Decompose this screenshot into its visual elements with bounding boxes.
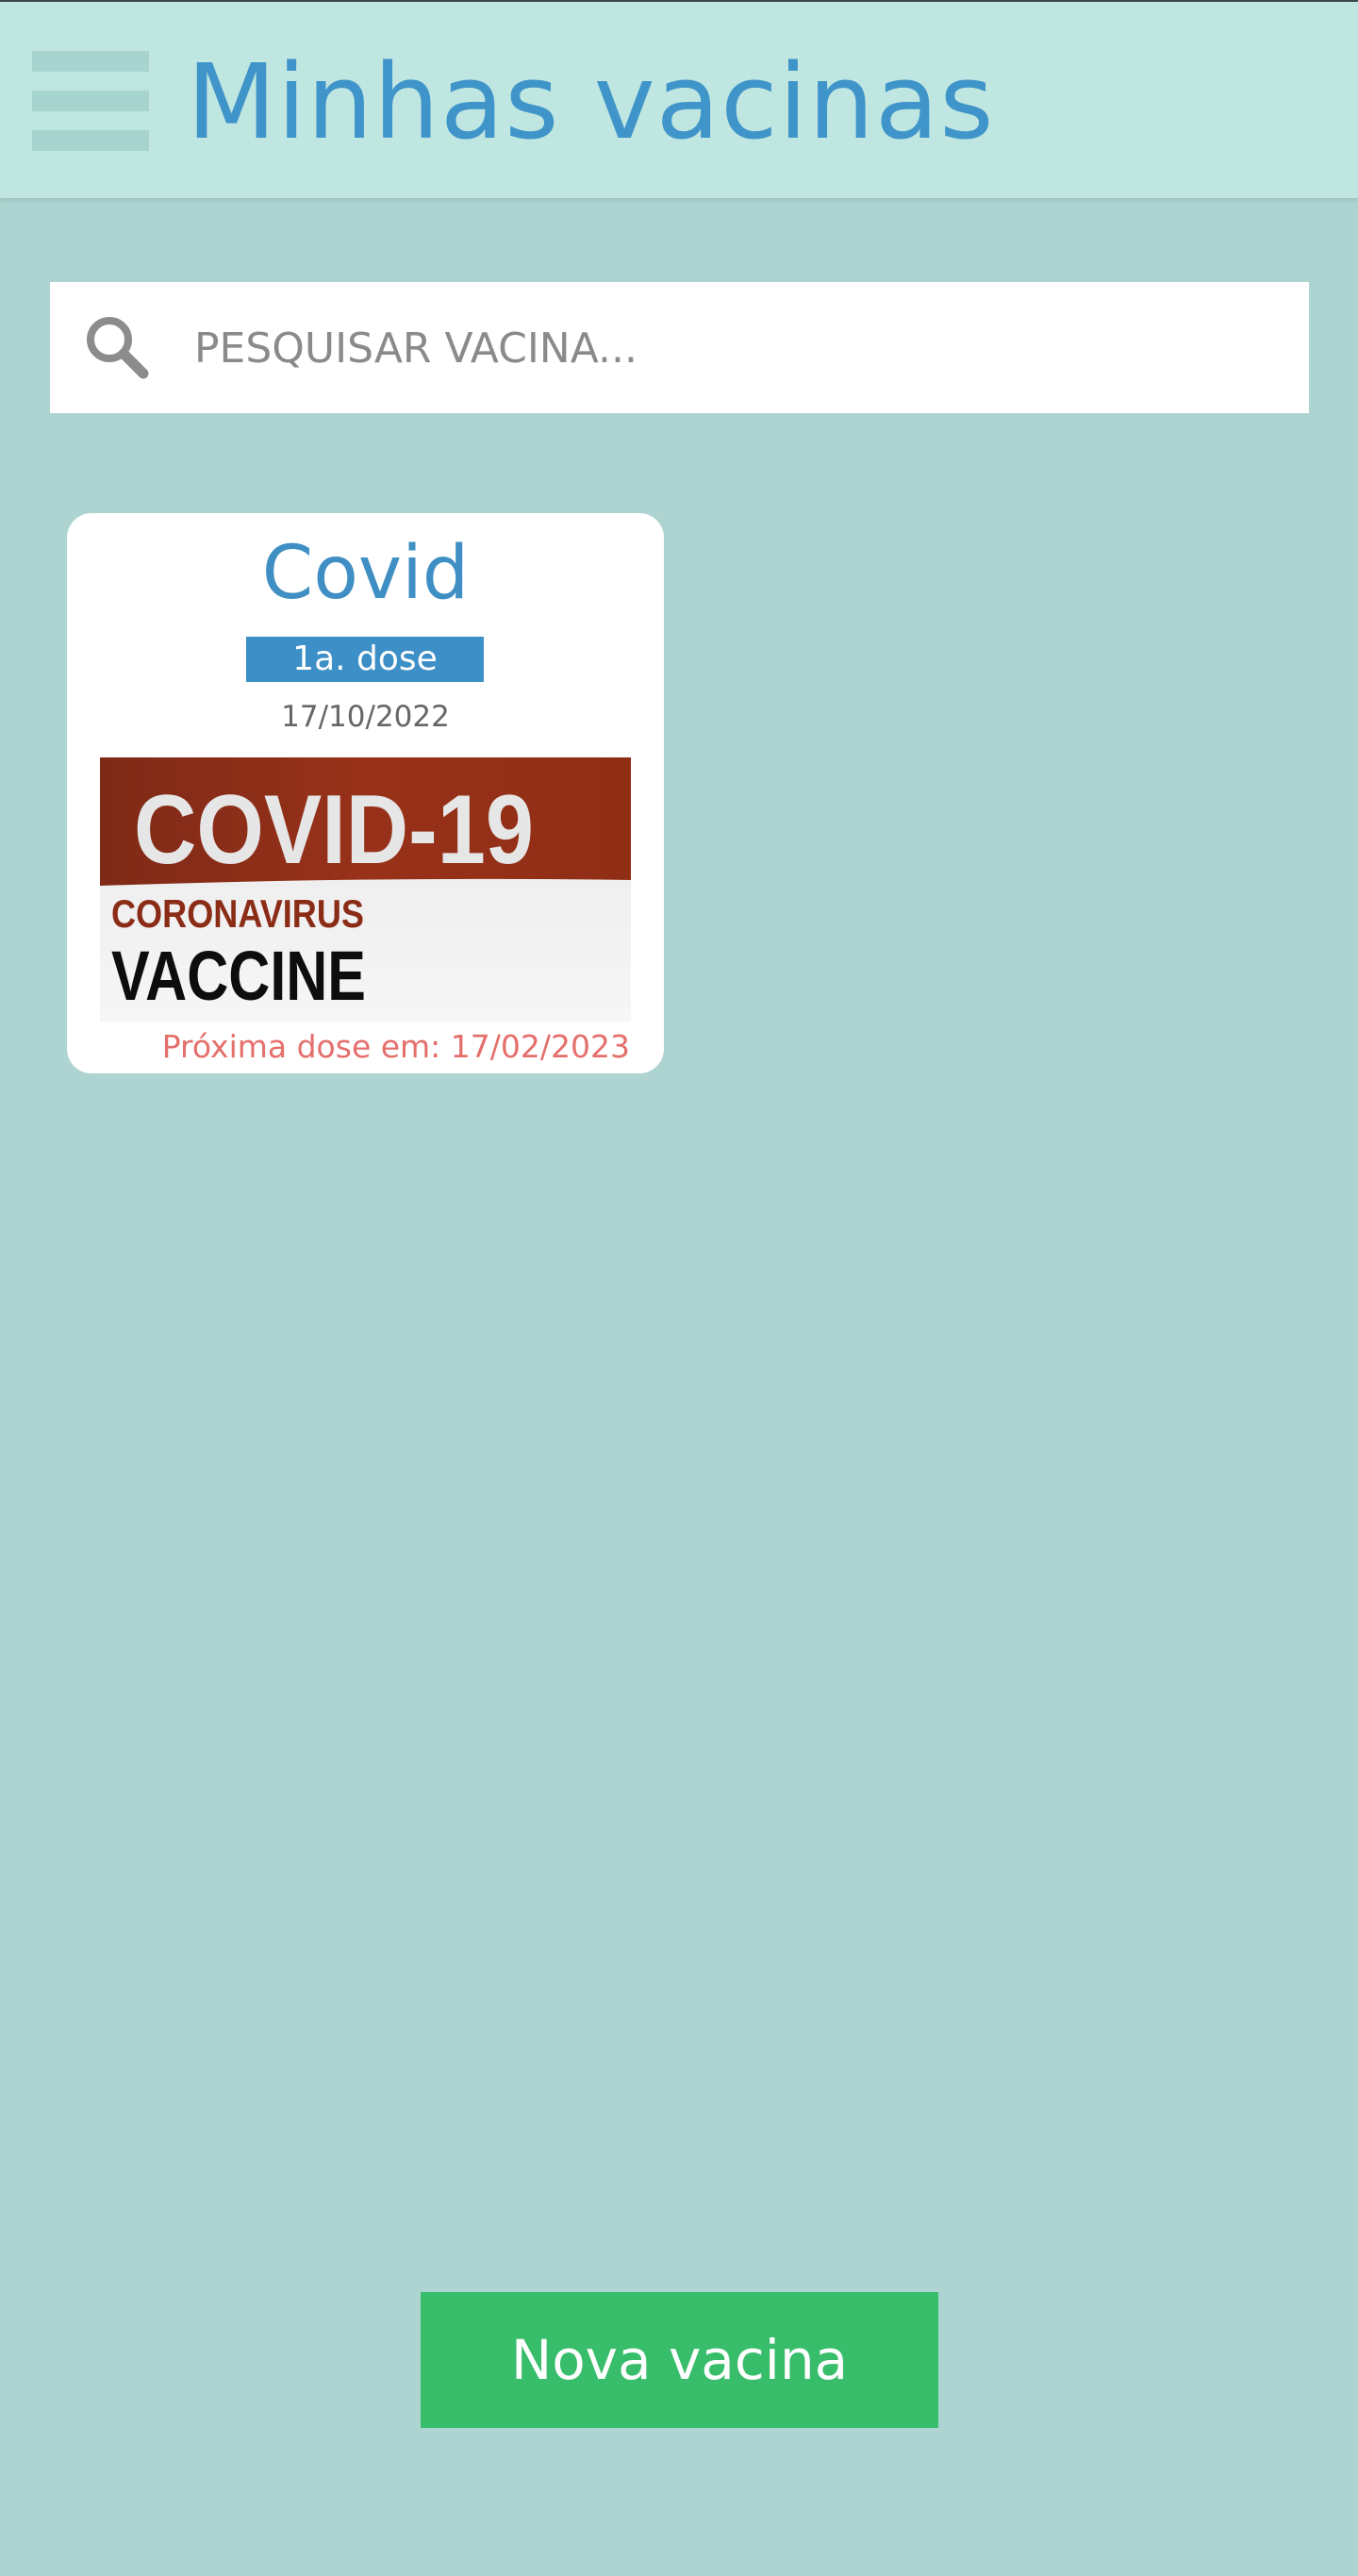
vaccine-image-banner: COVID-19 [134, 775, 534, 885]
menu-bar [32, 130, 149, 151]
dose-date: 17/10/2022 [281, 700, 450, 734]
search-input[interactable] [194, 302, 1288, 394]
vaccine-image-subtitle: CORONAVIRUS [111, 891, 364, 936]
menu-bar [32, 51, 149, 72]
dose-badge: 1a. dose [246, 637, 484, 682]
menu-bar [32, 91, 149, 111]
hamburger-menu-icon[interactable] [32, 51, 149, 151]
search-icon[interactable] [83, 313, 151, 381]
vaccine-image-main: VACCINE [111, 937, 366, 1015]
app-header: Minhas vacinas [0, 2, 1358, 198]
next-dose-date: Próxima dose em: 17/02/2023 [161, 1028, 630, 1065]
page-title: Minhas vacinas [187, 42, 995, 162]
vaccine-image: COVID-19 CORONAVIRUS VACCINE [100, 757, 631, 1022]
new-vaccine-button[interactable]: Nova vacina [421, 2292, 938, 2428]
vaccine-card[interactable]: Covid 1a. dose 17/10/2022 COVID-19 CORON… [67, 513, 664, 1073]
vaccine-name: Covid [261, 531, 470, 616]
